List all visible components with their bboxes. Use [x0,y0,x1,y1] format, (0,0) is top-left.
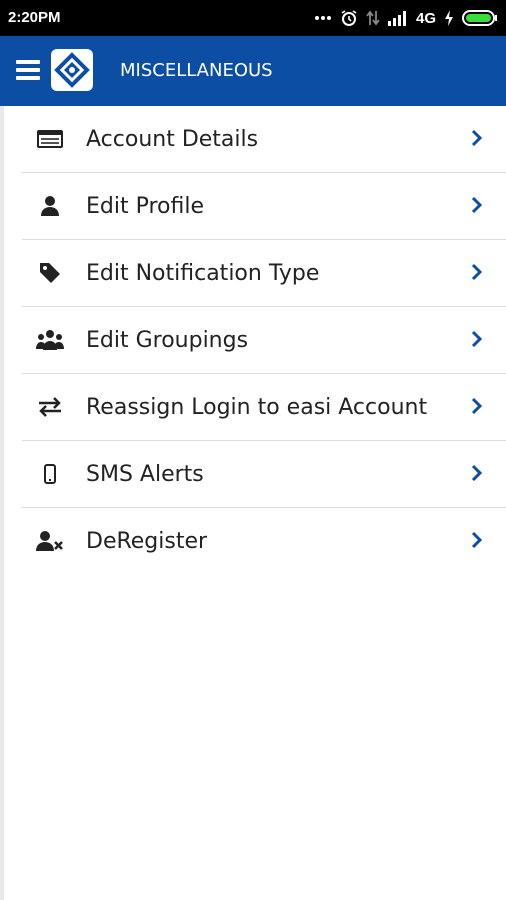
chevron-right-icon [470,195,484,215]
hamburger-menu-icon[interactable] [14,56,44,86]
status-time: 2:20PM [8,9,61,26]
menu-item-sms-alerts[interactable]: SMS Alerts [22,441,506,508]
tag-icon [36,262,64,284]
menu-item-label: Edit Groupings [86,328,249,353]
mobile-phone-icon [36,463,64,485]
menu-item-label: SMS Alerts [86,462,204,487]
battery-icon [462,10,498,26]
signal-icon [387,10,408,26]
swap-arrows-icon [36,396,64,418]
menu-item-label: Reassign Login to easi Account [86,395,428,420]
chevron-right-icon [470,463,484,483]
menu-item-label: Edit Notification Type [86,261,320,286]
menu-item-edit-notification-type[interactable]: Edit Notification Type [22,240,506,307]
app-logo [51,49,93,91]
more-dots-icon [314,15,332,21]
page-title: MISCELLANEOUS [120,60,273,81]
chevron-right-icon [470,530,484,550]
chevron-right-icon [470,128,484,148]
chevron-right-icon [470,329,484,349]
menu-item-edit-groupings[interactable]: Edit Groupings [22,307,506,374]
status-bar: 2:20PM 4G [0,0,506,36]
menu-item-edit-profile[interactable]: Edit Profile [22,173,506,240]
chevron-right-icon [470,396,484,416]
app-bar: MISCELLANEOUS [0,36,506,106]
account-card-icon [36,128,64,150]
menu-item-account-details[interactable]: Account Details [22,106,506,173]
user-remove-icon [36,530,64,552]
menu-item-label: DeRegister [86,529,208,554]
menu-list: Account Details Edit Profile Edit Notifi… [0,106,506,574]
menu-item-deregister[interactable]: DeRegister [22,508,506,574]
alarm-icon [340,9,358,27]
chevron-right-icon [470,262,484,282]
data-transfer-icon [366,10,380,26]
menu-item-label: Account Details [86,127,259,152]
network-type: 4G [415,9,436,27]
menu-item-label: Edit Profile [86,194,205,219]
user-icon [36,195,64,217]
status-icons: 4G [314,6,498,30]
charging-bolt-icon [444,10,454,26]
users-group-icon [36,329,64,351]
menu-item-reassign-login[interactable]: Reassign Login to easi Account [22,374,506,441]
